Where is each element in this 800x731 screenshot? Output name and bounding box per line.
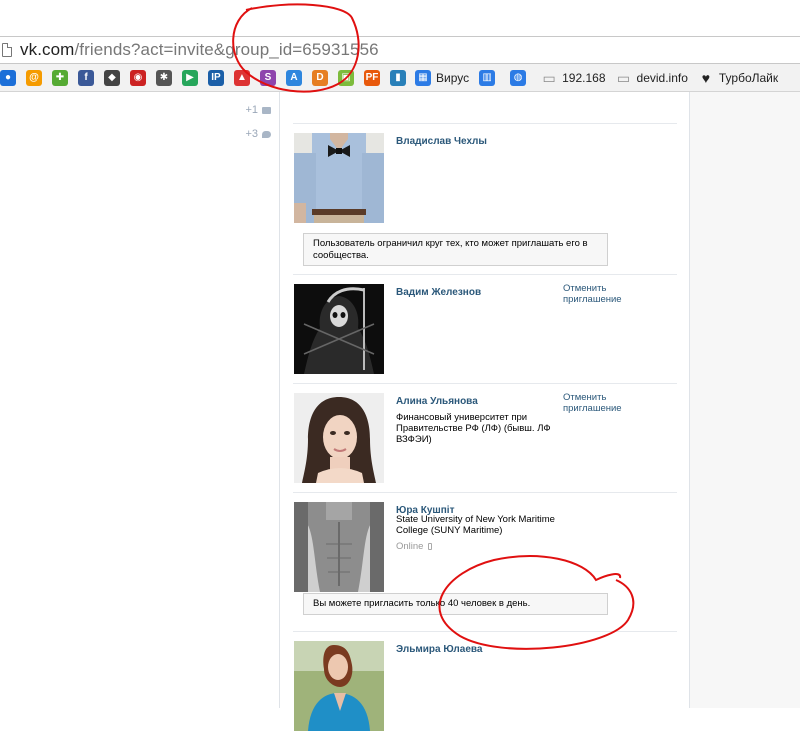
page-icon: ▭ — [616, 69, 631, 86]
dyfly-icon[interactable]: D — [312, 69, 328, 86]
friend-photo[interactable] — [294, 133, 384, 223]
friend-name-link[interactable]: Вадим Железнов — [396, 287, 481, 298]
document-icon: ▥ — [479, 69, 496, 86]
cancel-invite-link[interactable]: Отменить приглашение — [563, 392, 653, 414]
bookmark-item[interactable]: ◍ — [510, 69, 531, 86]
image-edit-icon[interactable]: ▣ — [338, 69, 354, 86]
page-icon: ▭ — [542, 69, 556, 86]
friend-name-link[interactable]: Эльмира Юлаева — [396, 644, 482, 655]
list-item: Юра Кушпіт State University of New York … — [293, 492, 677, 631]
play-store-icon[interactable]: ▶ — [182, 69, 198, 86]
list-item: Вадим Железнов Отменить приглашение — [293, 274, 677, 383]
heart-icon: ♥ — [701, 69, 711, 86]
friend-photo[interactable] — [294, 284, 384, 374]
list-item: Эльмира Юлаева — [293, 631, 677, 731]
virus-icon: ▦ — [415, 69, 431, 86]
friend-name-link[interactable]: Владислав Чехлы — [396, 136, 487, 147]
friend-university: State University of New York Maritime Co… — [396, 514, 555, 536]
warning-icon[interactable]: ▲ — [234, 69, 250, 86]
invite-limit-note: Вы можете пригласить только 40 человек в… — [303, 593, 608, 615]
bookmark-item[interactable]: ▥ — [479, 69, 500, 86]
bar-chart-icon[interactable]: ▮ — [390, 69, 406, 86]
address-bar[interactable]: vk.com/friends?act=invite&group_id=65931… — [0, 36, 800, 64]
url-host: vk.com — [20, 40, 75, 59]
column-divider — [279, 92, 280, 708]
shield-game-icon[interactable]: ◆ — [104, 69, 120, 86]
page-icon — [2, 43, 12, 57]
friend-photo[interactable] — [294, 502, 384, 592]
facebook-icon[interactable]: f — [78, 69, 94, 86]
comments-counter[interactable]: +3 — [245, 128, 271, 140]
bookmarks-bar: ● @ ✚ f ◆ ◉ ✱ ▶ IP ▲ S A D ▣ PF ▮ ▦ Вирус ▥ ◍ ▭ 192.168 ▭ devid… — [0, 64, 800, 92]
left-sidebar: +1 +3 — [0, 92, 279, 708]
messages-counter[interactable]: +1 — [245, 104, 271, 116]
bookmark-item[interactable]: ▭ 192.168 — [541, 69, 606, 86]
messages-counter-value: +1 — [245, 104, 258, 116]
bookmark-label: 192.168 — [562, 70, 606, 85]
circle-blue-icon[interactable]: ● — [0, 69, 16, 86]
ip-icon[interactable]: IP — [208, 69, 224, 86]
bookmark-item[interactable]: ♥ ТурбоЛайк — [698, 70, 778, 86]
comment-icon — [262, 130, 271, 138]
bookmark-item[interactable]: ▭ devid.info — [616, 70, 688, 86]
list-item: Алина Ульянова Финансовый университет пр… — [293, 383, 677, 492]
spiral-icon[interactable]: ◉ — [130, 69, 146, 86]
friends-invite-list: Владислав Чехлы Пользователь ограничил к… — [293, 123, 677, 731]
url-text[interactable]: vk.com/friends?act=invite&group_id=65931… — [20, 40, 379, 60]
bookmark-label: ТурбоЛайк — [718, 70, 779, 85]
comments-counter-value: +3 — [245, 128, 258, 140]
cancel-invite-link[interactable]: Отменить приглашение — [563, 283, 653, 305]
mail-icon — [262, 106, 271, 114]
friend-university: Финансовый университет при Правительстве… — [396, 412, 551, 445]
invite-restriction-note: Пользователь ограничил круг тех, кто мож… — [303, 233, 608, 266]
bug-icon[interactable]: ✱ — [156, 69, 172, 86]
bookmark-label: Вирус — [436, 70, 470, 85]
at-icon[interactable]: @ — [26, 69, 42, 86]
bookmark-item[interactable]: ▦ Вирус — [415, 69, 470, 86]
online-status-text: Online — [396, 541, 424, 552]
s-icon[interactable]: S — [260, 69, 276, 86]
friend-name-link[interactable]: Алина Ульянова — [396, 396, 478, 407]
right-panel — [689, 92, 800, 708]
mobile-icon — [428, 543, 433, 550]
friend-photo[interactable] — [294, 641, 384, 731]
list-item: Владислав Чехлы Пользователь ограничил к… — [293, 123, 677, 274]
bookmark-label: devid.info — [636, 70, 688, 85]
online-status: Online — [396, 541, 433, 552]
globe-icon: ◍ — [510, 69, 527, 86]
friend-photo[interactable] — [294, 393, 384, 483]
translate-icon[interactable]: A — [286, 69, 302, 86]
url-path: /friends?act=invite&group_id=65931556 — [74, 40, 379, 59]
pf-icon[interactable]: PF — [364, 69, 380, 86]
puzzle-icon[interactable]: ✚ — [52, 69, 68, 86]
